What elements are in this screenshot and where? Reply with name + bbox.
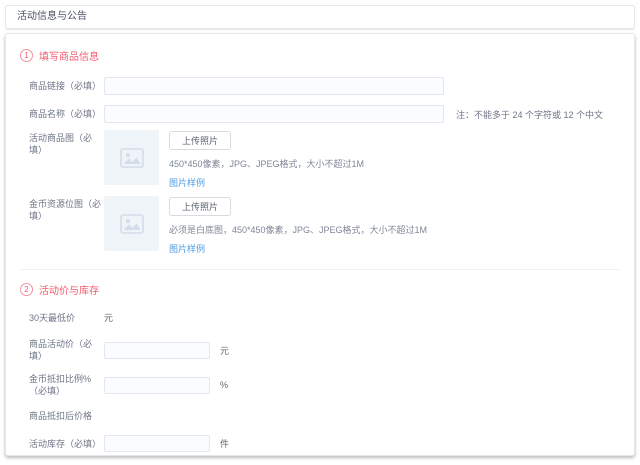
coin-image-row: 金币资源位图（必填） 上传照片 必须是白底图，450*450像素，JPG、JPE…	[18, 196, 622, 255]
activity-price-input[interactable]	[104, 342, 210, 359]
lowest-price-unit: 元	[104, 311, 113, 324]
coin-ratio-input[interactable]	[104, 377, 210, 394]
coin-image-requirements: 必须是白底图，450*450像素，JPG、JPEG格式，大小不超过1M	[169, 223, 427, 236]
product-name-input[interactable]	[104, 105, 444, 123]
lowest-price-row: 30天最低价 元	[18, 311, 622, 324]
coin-image-upload-button[interactable]: 上传照片	[169, 197, 231, 216]
section1-number-badge: 1	[20, 49, 33, 62]
section2-number-badge: 2	[20, 283, 33, 296]
page: 活动信息与公告 1 填写商品信息 商品链接（必填） 商品名称（必填） 注：不能多…	[0, 0, 640, 456]
coin-image-upload-info: 上传照片 必须是白底图，450*450像素，JPG、JPEG格式，大小不超过1M…	[169, 196, 427, 255]
coin-image-sample-link[interactable]: 图片样例	[169, 242, 205, 255]
coin-ratio-row: 金币抵扣比例%（必填） %	[18, 373, 622, 397]
stock-row: 活动库存（必填） 件	[18, 435, 622, 452]
coin-image-placeholder	[104, 196, 159, 251]
stock-label: 活动库存（必填）	[29, 438, 104, 450]
product-link-row: 商品链接（必填）	[18, 77, 622, 95]
page-title: 活动信息与公告	[17, 11, 87, 22]
section2-title: 2 活动价与库存	[20, 282, 622, 297]
product-image-requirements: 450*450像素，JPG、JPEG格式，大小不超过1M	[169, 157, 364, 170]
product-image-row: 活动商品图（必填） 上传照片 450*450像素，JPG、JPEG格式，大小不超…	[18, 130, 622, 189]
product-image-upload-info: 上传照片 450*450像素，JPG、JPEG格式，大小不超过1M 图片样例	[169, 130, 364, 189]
coin-ratio-unit: %	[220, 380, 228, 390]
image-placeholder-icon	[120, 214, 144, 234]
lowest-price-label: 30天最低价	[29, 312, 104, 324]
product-image-upload-button[interactable]: 上传照片	[169, 131, 231, 150]
product-image-sample-link[interactable]: 图片样例	[169, 176, 205, 189]
section-divider	[20, 269, 620, 270]
section1-title: 1 填写商品信息	[20, 48, 622, 63]
image-placeholder-icon	[120, 148, 144, 168]
product-name-note: 注：不能多于 24 个字符或 12 个中文	[456, 108, 603, 121]
section2-title-text: 活动价与库存	[39, 282, 99, 297]
product-link-input[interactable]	[104, 77, 444, 95]
stock-unit: 件	[220, 437, 229, 450]
section1-title-text: 填写商品信息	[39, 48, 99, 63]
activity-price-unit: 元	[220, 344, 229, 357]
coin-ratio-label: 金币抵扣比例%（必填）	[29, 373, 104, 397]
price-after-row: 商品抵扣后价格	[18, 410, 622, 422]
coin-image-label: 金币资源位图（必填）	[29, 196, 104, 222]
product-name-label: 商品名称（必填）	[29, 108, 104, 120]
price-after-label: 商品抵扣后价格	[29, 410, 104, 422]
activity-price-row: 商品活动价（必填） 元	[18, 338, 622, 362]
activity-price-label: 商品活动价（必填）	[29, 338, 104, 362]
form-panel: 1 填写商品信息 商品链接（必填） 商品名称（必填） 注：不能多于 24 个字符…	[5, 33, 635, 456]
stock-input[interactable]	[104, 435, 210, 452]
product-image-label: 活动商品图（必填）	[29, 130, 104, 156]
product-name-row: 商品名称（必填） 注：不能多于 24 个字符或 12 个中文	[18, 105, 622, 123]
page-header: 活动信息与公告	[5, 5, 635, 29]
product-link-label: 商品链接（必填）	[29, 80, 104, 92]
product-image-placeholder	[104, 130, 159, 185]
